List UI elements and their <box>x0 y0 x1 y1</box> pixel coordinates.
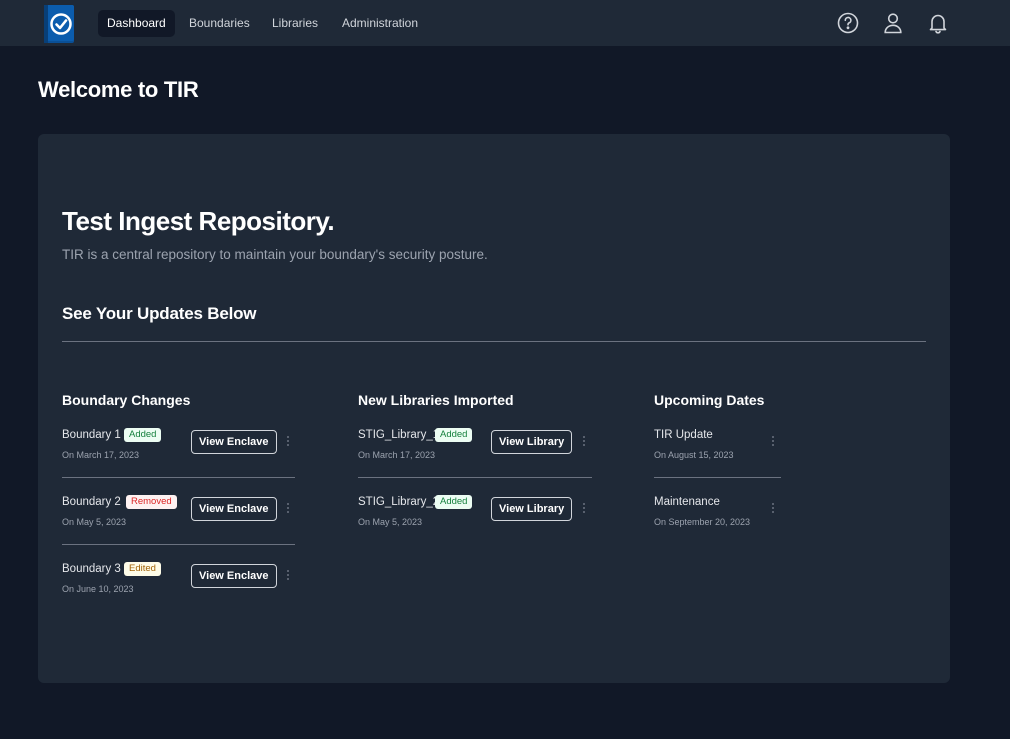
hero-title: Test Ingest Repository. <box>62 206 335 236</box>
status-badge: Removed <box>126 495 177 509</box>
list-item: Boundary 2 Removed On May 5, 2023 View E… <box>62 459 295 527</box>
nav-libraries[interactable]: Libraries <box>263 10 327 37</box>
list-item: STIG_Library_1 Added On March 17, 2023 V… <box>358 392 592 460</box>
status-badge: Edited <box>124 562 161 576</box>
item-date: On May 5, 2023 <box>358 517 423 527</box>
item-date: On September 20, 2023 <box>654 517 751 527</box>
list-item: Maintenance On September 20, 2023 <box>654 459 781 527</box>
bell-icon[interactable] <box>926 11 950 35</box>
view-library-button[interactable]: View Library <box>491 497 573 521</box>
item-name: Boundary 2 <box>62 496 121 508</box>
item-name: Boundary 1 <box>62 429 121 441</box>
more-options-icon[interactable] <box>581 502 587 516</box>
view-enclave-button[interactable]: View Enclave <box>191 497 277 521</box>
app-logo-icon[interactable] <box>42 2 76 44</box>
dashboard-card: Test Ingest Repository. TIR is a central… <box>38 134 950 683</box>
updates-heading: See Your Updates Below <box>62 304 257 323</box>
list-item: TIR Update On August 15, 2023 <box>654 392 781 460</box>
nav-boundaries[interactable]: Boundaries <box>180 10 259 37</box>
more-options-icon[interactable] <box>770 435 776 449</box>
list-item: STIG_Library_2 Added On May 5, 2023 View… <box>358 459 592 527</box>
hero-subtitle: TIR is a central repository to maintain … <box>62 247 488 262</box>
status-badge: Added <box>435 495 473 509</box>
nav-dashboard[interactable]: Dashboard <box>98 10 175 37</box>
status-badge: Added <box>124 428 162 442</box>
more-options-icon[interactable] <box>770 502 776 516</box>
more-options-icon[interactable] <box>285 435 291 449</box>
user-icon[interactable] <box>881 11 905 35</box>
more-options-icon[interactable] <box>285 502 291 516</box>
view-enclave-button[interactable]: View Enclave <box>191 430 277 454</box>
page-title: Welcome to TIR <box>38 77 199 102</box>
item-date: On June 10, 2023 <box>62 584 134 594</box>
list-item: Boundary 1 Added On March 17, 2023 View … <box>62 392 295 460</box>
item-name: STIG_Library_1 <box>358 429 440 441</box>
view-library-button[interactable]: View Library <box>491 430 573 454</box>
more-options-icon[interactable] <box>581 435 587 449</box>
item-name: TIR Update <box>654 429 713 441</box>
libraries-column: New Libraries Imported STIG_Library_1 Ad… <box>358 392 592 527</box>
item-name: Maintenance <box>654 496 720 508</box>
status-badge: Added <box>435 428 473 442</box>
help-circle-icon[interactable] <box>836 11 860 35</box>
more-options-icon[interactable] <box>285 569 291 583</box>
top-nav-bar: Dashboard Boundaries Libraries Administr… <box>0 0 1010 46</box>
item-name: Boundary 3 <box>62 563 121 575</box>
view-enclave-button[interactable]: View Enclave <box>191 564 277 588</box>
nav-administration[interactable]: Administration <box>333 10 427 37</box>
section-divider <box>62 341 926 342</box>
item-name: STIG_Library_2 <box>358 496 440 508</box>
upcoming-dates-column: Upcoming Dates TIR Update On August 15, … <box>654 392 781 527</box>
list-item: Boundary 3 Edited On June 10, 2023 View … <box>62 526 295 594</box>
boundary-changes-column: Boundary Changes Boundary 1 Added On Mar… <box>62 392 295 594</box>
